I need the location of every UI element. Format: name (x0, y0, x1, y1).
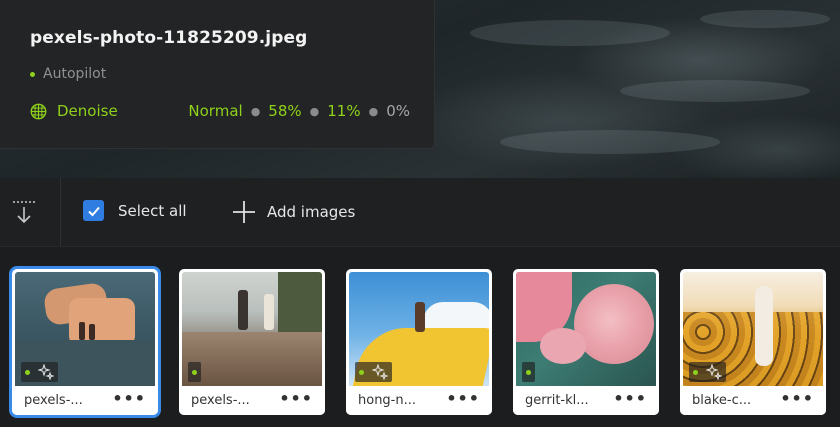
plus-icon (233, 201, 255, 223)
select-all-label: Select all (118, 201, 187, 220)
thumbnail-badge (355, 362, 392, 382)
figure-silhouette (89, 324, 95, 340)
stat-value: 0% (386, 102, 410, 120)
thumbnail-name: pexels-... (24, 393, 83, 408)
sparkle-icon (38, 364, 54, 380)
pier-shape (182, 332, 322, 386)
mode-label: Autopilot (43, 66, 107, 82)
thumbnail-footer: gerrit-kl... ••• (513, 386, 659, 415)
gallery-toolbar: Select all Add images (0, 178, 840, 247)
thumbnail-badge (188, 362, 201, 382)
thumbnail-card[interactable]: pexels-... ••• (12, 269, 158, 415)
toolbar-divider (60, 178, 61, 246)
thumbnail-badge (522, 362, 535, 382)
flower-shape (574, 284, 654, 364)
mode-indicator: Autopilot (30, 66, 106, 82)
thumbnail-name: hong-n... (358, 393, 417, 408)
trees-shape (278, 272, 322, 332)
preview-texture (620, 80, 810, 102)
image-info-panel: pexels-photo-11825209.jpeg Autopilot Den… (0, 0, 435, 149)
figure-silhouette (264, 294, 274, 330)
status-dot (359, 369, 364, 375)
preview-texture (470, 20, 670, 46)
figure-silhouette (415, 302, 425, 332)
thumbnail-card[interactable]: pexels-... ••• (179, 269, 325, 415)
separator-dot: ● (250, 104, 261, 118)
more-dots-icon[interactable]: ••• (112, 389, 146, 408)
preview-texture (700, 10, 830, 28)
stat-value: 11% (327, 102, 361, 120)
status-dot (693, 369, 698, 375)
checkbox[interactable] (83, 200, 104, 221)
separator-dot: ● (368, 104, 379, 118)
separator-dot: ● (309, 104, 320, 118)
file-name: pexels-photo-11825209.jpeg (30, 28, 308, 48)
thumbnail-card[interactable]: blake-c... ••• (680, 269, 826, 415)
thumbnail-name: blake-c... (692, 393, 752, 408)
flower-shape (540, 328, 586, 364)
thumbnail-name: pexels-... (191, 393, 250, 408)
preview-texture (500, 130, 720, 154)
thumbnail-footer: hong-n... ••• (346, 386, 492, 415)
thumbnail-image (349, 272, 489, 386)
checkmark-icon (87, 206, 100, 216)
more-dots-icon[interactable]: ••• (613, 389, 647, 408)
denoise-globe-icon (30, 103, 47, 119)
figure-silhouette (79, 322, 85, 340)
sparkle-icon (372, 364, 388, 380)
status-dot (526, 369, 531, 375)
filter-label: Denoise (57, 102, 118, 120)
thumbnail-name: gerrit-kl... (525, 393, 589, 408)
add-images-label: Add images (267, 203, 356, 221)
select-all-checkbox[interactable]: Select all (83, 200, 187, 221)
more-dots-icon[interactable]: ••• (780, 389, 814, 408)
sort-down-icon[interactable] (10, 198, 38, 226)
figure-silhouette (238, 290, 248, 330)
more-dots-icon[interactable]: ••• (279, 389, 313, 408)
filter-stats: Normal ● 58% ● 11% ● 0% (188, 102, 410, 120)
status-dot (30, 71, 35, 77)
thumbnail-card[interactable]: hong-n... ••• (346, 269, 492, 415)
thumbnail-footer: blake-c... ••• (680, 386, 826, 415)
add-images-button[interactable]: Add images (232, 200, 355, 224)
thumbnail-image (683, 272, 823, 386)
status-dot (192, 369, 197, 375)
thumbnail-footer: pexels-... ••• (12, 386, 158, 415)
thumbnail-badge (21, 362, 58, 382)
sparkle-icon (706, 364, 722, 380)
thumbnail-footer: pexels-... ••• (179, 386, 325, 415)
thumbnail-image (15, 272, 155, 386)
thumbnail-card[interactable]: gerrit-kl... ••• (513, 269, 659, 415)
stat-mode: Normal (188, 102, 243, 120)
stat-value: 58% (268, 102, 302, 120)
filter-row[interactable]: Denoise Normal ● 58% ● 11% ● 0% (30, 101, 410, 121)
more-dots-icon[interactable]: ••• (446, 389, 480, 408)
thumbnail-badge (689, 362, 726, 382)
thumbnail-image (516, 272, 656, 386)
status-dot (25, 369, 30, 375)
figure-silhouette (755, 286, 773, 366)
thumbnail-image (182, 272, 322, 386)
